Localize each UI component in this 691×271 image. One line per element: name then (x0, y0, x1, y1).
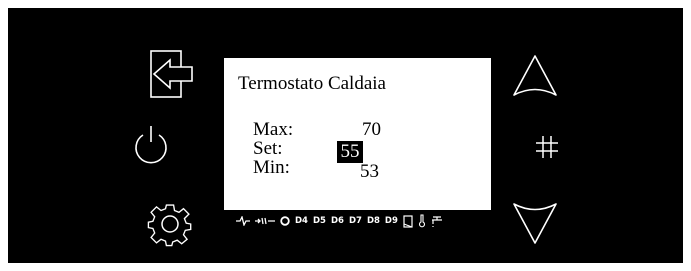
d8-label: D8 (366, 216, 380, 226)
status-bar: D4 D5 D6 D7 D8 D9 (236, 211, 443, 231)
exit-icon[interactable] (148, 48, 198, 100)
min-label: Min: (253, 157, 290, 178)
tap-icon (431, 216, 442, 227)
heat-pump-icon (255, 217, 275, 225)
circle-icon (280, 216, 290, 226)
min-value: 53 (360, 161, 379, 182)
pump-icon (236, 216, 250, 226)
d9-label: D9 (384, 216, 398, 226)
d4-label: D4 (295, 216, 308, 226)
thermometer-icon (418, 214, 425, 228)
d5-label: D5 (312, 216, 326, 226)
box-icon (403, 214, 413, 228)
power-icon[interactable] (132, 124, 170, 166)
down-arrow-icon[interactable] (511, 200, 559, 246)
gear-icon[interactable] (146, 200, 194, 248)
hash-icon[interactable] (534, 134, 560, 160)
control-panel: Termostato Caldaia Max: 70 Set: Min: 53 … (8, 8, 683, 263)
lcd-screen: Termostato Caldaia Max: 70 Set: Min: 53 … (224, 58, 491, 210)
set-value-highlighted[interactable]: 55 (337, 141, 363, 163)
d6-label: D6 (330, 216, 344, 226)
d7-label: D7 (348, 216, 362, 226)
max-value: 70 (362, 119, 381, 140)
up-arrow-icon[interactable] (511, 53, 559, 99)
screen-title: Termostato Caldaia (238, 73, 386, 94)
